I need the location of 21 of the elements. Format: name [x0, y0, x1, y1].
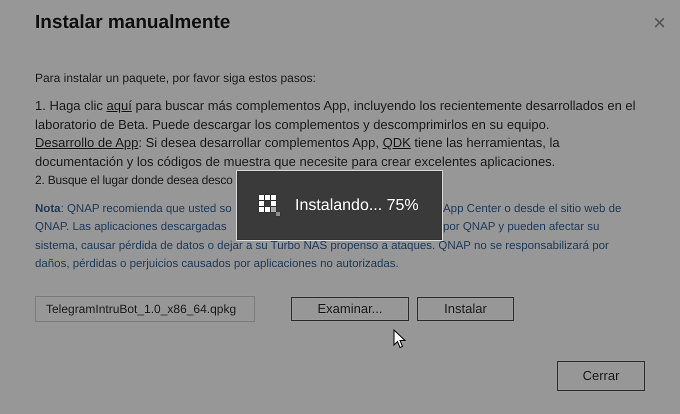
note-text: App Center o desde el sitio web de [443, 202, 622, 215]
note-text: daños, pérdidas o perjuicios causados por aplicaciones no autorizadas. [35, 257, 400, 272]
instruction-step: Desarrollo de App: Si desea desarrollar complementos App, QDK tiene las herramientas, la documentación y los códigos de muestra que necesite para crear excelentes aplicaciones. [35, 134, 650, 171]
dialog-title: Instalar manualmente [35, 12, 230, 34]
note-text: QNAP. Las aplicaciones descargadas [35, 221, 228, 234]
text-link[interactable]: QDK [382, 135, 411, 150]
install-button[interactable]: Instalar [417, 296, 514, 320]
note-text: sistema, causar pérdida de datos o dejar a su Turbo NAS propenso a ataques. QNAP no se responsabilizará por [35, 238, 610, 254]
text-link[interactable]: aquí [106, 98, 132, 113]
pointer-cursor-icon [393, 329, 406, 349]
close-dialog-button[interactable]: Cerrar [557, 360, 645, 390]
text-link[interactable]: Desarrollo de App [35, 135, 138, 150]
instruction-step: 2. Busque el lugar donde desea desco [35, 173, 236, 188]
note-text: por QNAP y pueden afectar su [443, 221, 600, 234]
file-path-field[interactable]: TelegramIntruBot_1.0_x86_64.qpkg [35, 296, 255, 322]
progress-text: Instalando... 75% [295, 196, 419, 214]
note-text: Nota: QNAP recomienda que usted so [35, 202, 233, 215]
instructions-intro: Para instalar un paquete, por favor siga estos pasos: [35, 71, 317, 85]
browse-button[interactable]: Examinar... [291, 296, 409, 320]
instruction-step: 1. Haga clic aquí para buscar más complementos App, incluyendo los recientemente desarrollados en el laboratorio de Beta. Puede descargar los complementos y descomprimirlos en su equipo. [35, 97, 650, 134]
loading-icon [259, 194, 281, 216]
